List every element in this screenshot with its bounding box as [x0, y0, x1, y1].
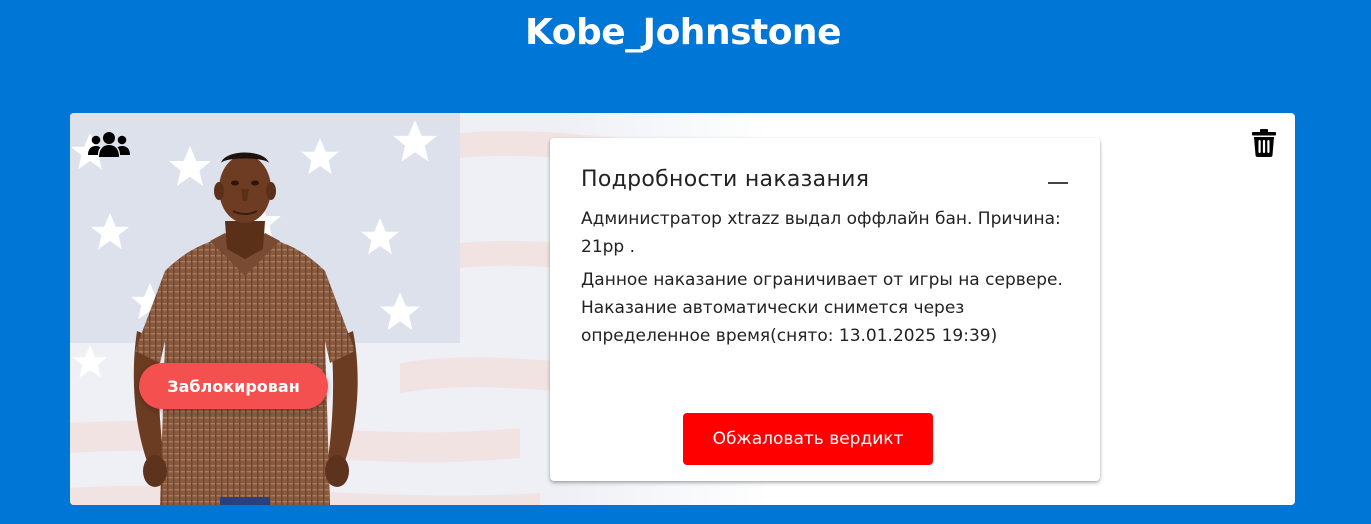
status-badge: Заблокирован — [139, 363, 328, 409]
panel-title: Подробности наказания — [581, 167, 870, 192]
character-skin-image — [133, 152, 358, 505]
punishment-info-text: Данное наказание ограничивает от игры на… — [581, 270, 1063, 346]
page-title: Kobe_Johnstone — [525, 12, 841, 53]
minus-icon[interactable] — [1048, 182, 1068, 184]
users-group-icon[interactable] — [88, 131, 130, 157]
profile-card: Заблокирован Подробности наказания Админ… — [70, 113, 1295, 505]
punishment-reason-text: Администратор xtrazz выдал оффлайн бан. … — [581, 209, 1061, 257]
punishment-details-panel: Подробности наказания Администратор xtra… — [550, 138, 1100, 481]
page: Kobe_Johnstone Заблокирован Подробности … — [0, 0, 1371, 524]
trash-icon[interactable] — [1252, 129, 1276, 157]
appeal-verdict-button[interactable]: Обжаловать вердикт — [683, 413, 933, 465]
